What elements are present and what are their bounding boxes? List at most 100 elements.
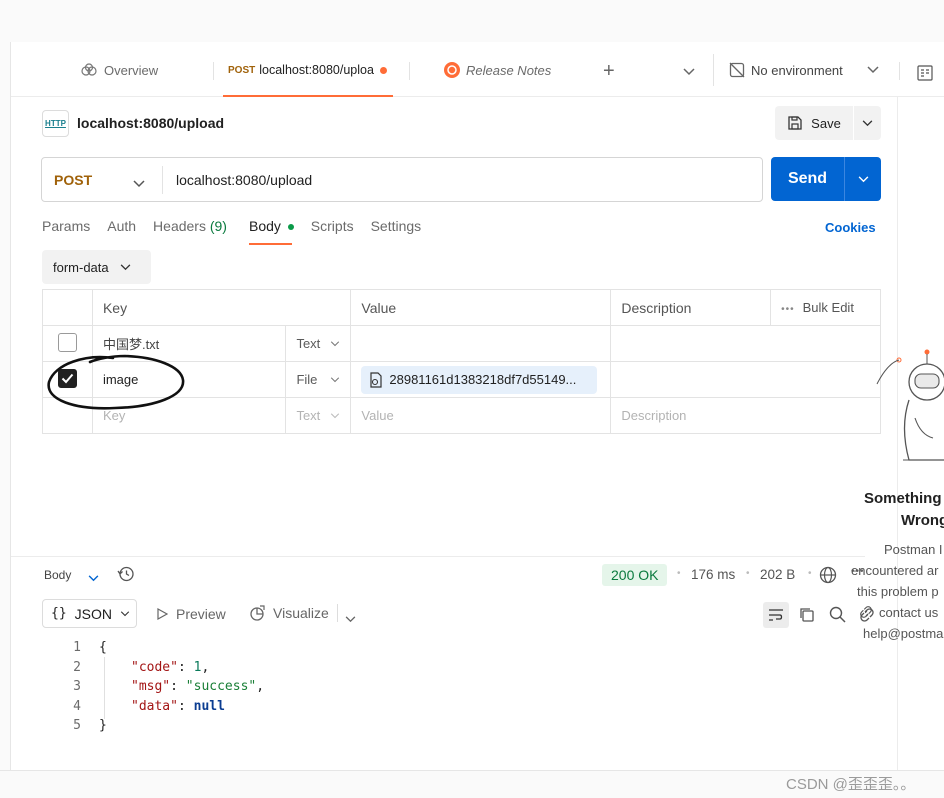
error-title-2: Wrong [901,512,944,529]
error-text-4: contact us [859,605,938,620]
cookies-link[interactable]: Cookies [825,220,876,235]
send-button-group: Send [771,157,881,201]
json-key: "data" [131,698,178,714]
no-environment-icon [729,62,745,78]
dot-separator: • [808,568,812,579]
method-chevron-icon[interactable] [133,176,145,191]
braces-icon: {} [51,606,67,621]
tab-release-notes[interactable]: Release Notes [444,60,551,80]
history-icon[interactable] [117,565,135,586]
contact-us-link[interactable]: contact us [879,605,938,620]
tab-headers-label: Headers [153,218,206,234]
preview-button[interactable]: Preview [157,606,226,622]
unsaved-dot-icon [379,66,387,74]
new-type-selector[interactable]: Text [296,398,340,433]
copy-icon[interactable] [799,607,815,626]
body-active-dot-icon [287,224,294,231]
bulk-edit-label: Bulk Edit [802,300,854,315]
error-text-3: this problem p [857,584,939,599]
line-number: 5 [73,718,81,734]
line-number: 2 [73,659,81,675]
tab-settings[interactable]: Settings [371,218,422,238]
body-mode-selector[interactable]: form-data [42,250,151,284]
visualize-label: Visualize [273,605,329,621]
response-json-viewer[interactable]: 1{ 2 "code": 1, 3 "msg": "success", 4 "data… [61,638,264,736]
json-string: "success" [185,679,257,695]
status-badge[interactable]: 200 OK [602,564,668,586]
visualize-chevron-icon[interactable] [345,611,356,626]
body-mode-label: form-data [53,259,109,275]
json-null: null [193,698,225,714]
new-type-label: Text [296,408,321,423]
tab-scripts[interactable]: Scripts [311,218,354,238]
row-type-selector[interactable]: File [296,362,340,397]
environment-selector[interactable]: No environment [729,60,885,80]
active-tab-indicator [223,95,393,97]
request-title[interactable]: localhost:8080/upload [77,115,224,131]
tab-active-request[interactable]: POST localhost:8080/uploa [228,60,387,80]
save-options-button[interactable] [854,106,881,140]
environment-quick-look-icon[interactable] [917,65,933,84]
tab-active-label: localhost:8080/uploa [259,63,374,77]
table-header-row: Key Value Description ••• Bulk Edit [42,289,881,326]
tab-overview-label: Overview [104,62,159,78]
dot-separator: • [746,568,750,579]
response-size[interactable]: 202 B [760,567,795,582]
tab-auth[interactable]: Auth [107,218,136,238]
indent-guide [104,657,105,719]
method-selector[interactable]: POST [54,172,92,188]
tab-overview[interactable]: Overview [81,60,158,80]
more-dots-icon: ••• [781,304,795,315]
tab-method: POST [228,64,256,76]
chevron-down-icon [331,340,340,346]
body-tab-underline [248,243,292,245]
globe-icon[interactable] [819,566,837,587]
bulk-edit-button[interactable]: ••• Bulk Edit [770,289,881,326]
json-brace: } [99,718,107,734]
response-body-chevron-icon[interactable] [88,570,99,585]
new-tab-plus-icon[interactable]: + [603,61,615,81]
astronaut-illustration-icon [876,349,944,461]
response-format-selector[interactable]: {} JSON [42,599,137,628]
file-chip[interactable]: 28981161d1383218df7d55149... [361,365,598,394]
save-label: Save [811,115,841,131]
tab-headers[interactable]: Headers (9) [153,218,227,238]
row-checkbox[interactable] [57,332,77,352]
send-options-button[interactable] [845,157,881,201]
response-body-label[interactable]: Body [44,568,71,582]
tab-body[interactable]: Body [248,218,294,245]
search-icon[interactable] [829,606,846,626]
file-name: 28981161d1383218df7d55149... [389,372,577,387]
line-number: 3 [73,679,81,695]
new-value-input[interactable]: Value [350,397,612,434]
column-value: Value [350,289,612,326]
line-number: 4 [73,698,81,714]
error-text-5: help@postma [863,626,944,641]
row-type-label: File [296,372,318,387]
new-description-input[interactable]: Description [610,397,881,434]
error-title-1: Something [864,490,942,507]
json-number: 1 [193,659,202,675]
tab-params[interactable]: Params [42,218,90,238]
dot-separator: • [677,568,681,579]
row-value-cell[interactable] [350,325,612,362]
tabs-dropdown-chevron-icon[interactable] [683,64,695,79]
annotation-circle [47,354,185,410]
csdn-watermark: CSDN @歪歪歪。。 [786,776,916,793]
row-description-cell[interactable] [610,325,881,362]
column-description: Description [610,289,772,326]
send-button[interactable]: Send [771,157,844,201]
url-input[interactable]: localhost:8080/upload [176,172,312,188]
row-description-cell[interactable] [610,361,881,398]
row-type-label: Text [296,336,321,351]
row-type-selector[interactable]: Text [296,326,340,361]
wrap-lines-icon[interactable] [763,602,789,628]
save-button[interactable]: Save [775,106,853,140]
visualize-button[interactable]: Visualize [249,604,329,622]
request-subtabs: Params Auth Headers (9) Body Scripts Set… [42,218,438,245]
response-time[interactable]: 176 ms [691,567,735,582]
error-text-2: encountered ar [851,563,939,578]
save-icon [788,116,802,130]
postman-window: Overview POST localhost:8080/uploa Relea… [10,42,944,770]
response-divider [11,556,865,557]
